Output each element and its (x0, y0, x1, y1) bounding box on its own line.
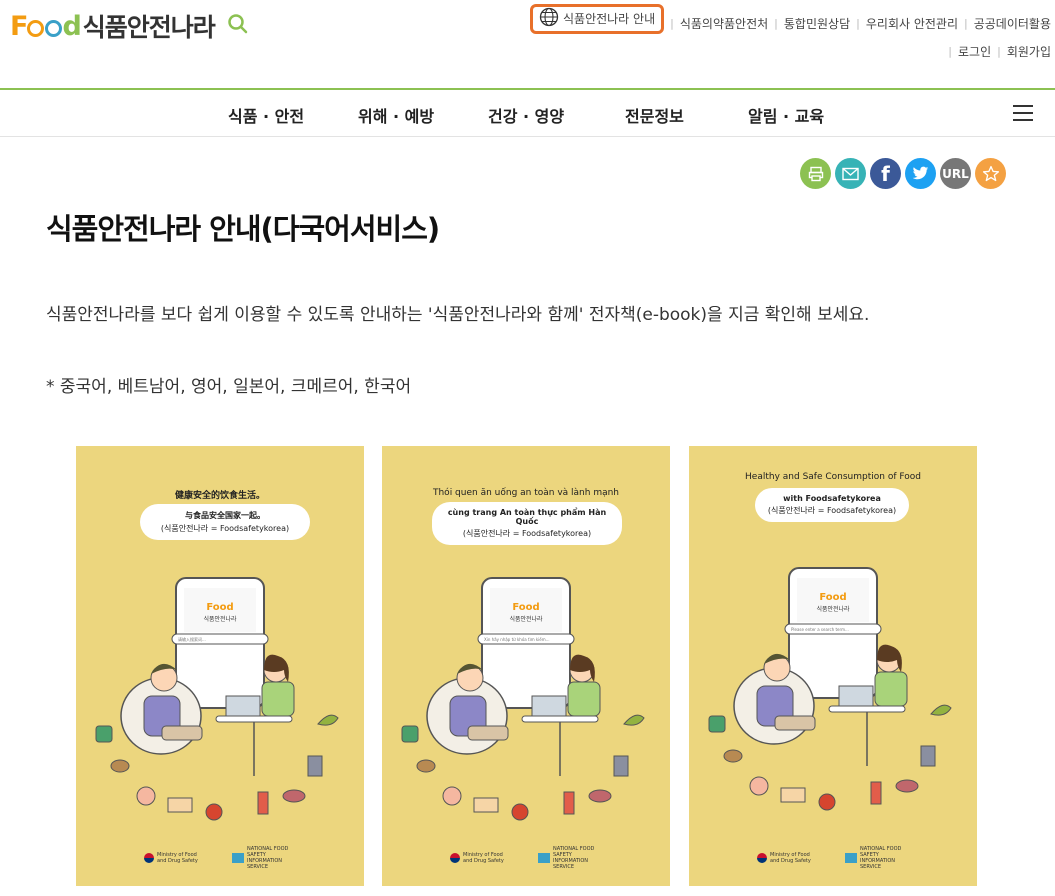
star-icon[interactable] (975, 158, 1006, 189)
taegeuk-icon (757, 853, 767, 863)
taegeuk-icon (450, 853, 460, 863)
ebook-footer-logos: Ministry of Food and Drug Safety NATIONA… (144, 846, 292, 870)
ebook-title-line3: (식품안전나라 = Foodsafetykorea) (767, 506, 897, 515)
ebook-title-line3: (식품안전나라 = Foodsafetykorea) (462, 529, 592, 538)
ebook-title-bubble: cùng trang An toàn thực phẩm Hàn Quốc (식… (432, 502, 622, 545)
search-icon[interactable] (227, 13, 249, 39)
svg-text:Food: Food (206, 602, 233, 613)
ebook-illustration: Food 식품안전나라 Please enter a search term..… (708, 567, 952, 811)
nfsis-logo: NATIONAL FOOD SAFETY INFORMATION SERVICE (538, 846, 598, 870)
ebook-title-bubble: 与食品安全国家一起。 (식품안전나라 = Foodsafetykorea) (140, 504, 310, 540)
svg-text:Food: Food (512, 602, 539, 613)
ebook-title-line2: with Foodsafetykorea (783, 494, 881, 503)
ministry-name: Ministry of Food and Drug Safety (770, 852, 811, 864)
ebook-search-text: Xin hãy nhập từ khóa tìm kiếm... (484, 637, 549, 642)
page-description: 식품안전나라를 보다 쉽게 이용할 수 있도록 안내하는 '식품안전나라와 함께… (46, 305, 870, 325)
ministry-logo: Ministry of Food and Drug Safety (757, 846, 817, 870)
ministry-logo: Ministry of Food and Drug Safety (450, 846, 510, 870)
site-header: Fd 식품안전나라 식품안전나라 안내 | 식품의약품안전처 | 통합민원상담 … (0, 0, 1055, 90)
logo-name: 식품안전나라 (82, 13, 216, 42)
util-link-site-guide[interactable]: 식품안전나라 안내 (559, 10, 657, 27)
nav-item-food-safety[interactable]: 식품 · 안전 (228, 103, 304, 127)
signup-link[interactable]: 회원가입 (1001, 43, 1051, 60)
ministry-logo: Ministry of Food and Drug Safety (144, 846, 204, 870)
page-title: 식품안전나라 안내(다국어서비스) (46, 212, 440, 246)
nfsis-mark-icon (845, 853, 857, 863)
taegeuk-icon (144, 853, 154, 863)
ebook-cover-chinese[interactable]: 健康安全的饮食生活。 与食品安全国家一起。 (식품안전나라 = Foodsafe… (76, 446, 364, 886)
ebook-title-line1: 健康安全的饮食生活。 (174, 491, 265, 501)
ebook-illustration: Food 식품안전나라 请输入搜索词... (95, 577, 339, 821)
language-list: * 중국어, 베트남어, 영어, 일본어, 크메르어, 한국어 (46, 377, 412, 397)
ebook-cover-english[interactable]: Healthy and Safe Consumption of Food wit… (689, 446, 977, 886)
nfsis-name: NATIONAL FOOD SAFETY INFORMATION SERVICE (247, 846, 289, 870)
ministry-name: Ministry of Food and Drug Safety (463, 852, 504, 864)
share-toolbar: f URL (800, 158, 1010, 189)
twitter-icon[interactable] (905, 158, 936, 189)
svg-text:식품안전나라: 식품안전나라 (203, 615, 237, 623)
globe-icon (539, 7, 559, 30)
facebook-icon[interactable]: f (870, 158, 901, 189)
url-copy-button[interactable]: URL (940, 158, 971, 189)
nfsis-name: NATIONAL FOOD SAFETY INFORMATION SERVICE (553, 846, 595, 870)
site-logo[interactable]: Fd 식품안전나라 (10, 8, 249, 44)
util-link-civil-consult[interactable]: 통합민원상담 (778, 15, 856, 32)
ebook-title-line1: Thói quen ăn uống an toàn và lành mạnh (432, 488, 620, 498)
ebook-search-text: Please enter a search term... (791, 627, 849, 632)
util-link-mfds[interactable]: 식품의약품안전처 (674, 15, 774, 32)
svg-text:식품안전나라: 식품안전나라 (816, 605, 850, 613)
ebook-title-line1: Healthy and Safe Consumption of Food (745, 472, 921, 482)
nav-item-notice-education[interactable]: 알림 · 교육 (748, 103, 824, 127)
ebook-cover-vietnamese[interactable]: Thói quen ăn uống an toàn và lành mạnh c… (382, 446, 670, 886)
ebook-illustration: Food 식품안전나라 Xin hãy nhập từ khóa tìm kiế… (401, 577, 645, 821)
email-icon[interactable] (835, 158, 866, 189)
ebook-footer-logos: Ministry of Food and Drug Safety NATIONA… (757, 846, 905, 870)
util-link-open-data[interactable]: 공공데이터활용 (968, 15, 1051, 32)
ebook-title-bubble: with Foodsafetykorea (식품안전나라 = Foodsafet… (755, 488, 909, 522)
nav-item-health-nutrition[interactable]: 건강 · 영양 (488, 103, 564, 127)
nfsis-name: NATIONAL FOOD SAFETY INFORMATION SERVICE (860, 846, 902, 870)
print-icon[interactable] (800, 158, 831, 189)
nfsis-mark-icon (232, 853, 244, 863)
ebook-title-line3: (식품안전나라 = Foodsafetykorea) (160, 524, 290, 533)
login-link[interactable]: 로그인 (952, 43, 997, 60)
nav-item-hazard-prevention[interactable]: 위해 · 예방 (358, 103, 434, 127)
ebook-footer-logos: Ministry of Food and Drug Safety NATIONA… (450, 846, 598, 870)
nav-item-expert-info[interactable]: 전문정보 (625, 103, 684, 127)
svg-text:Food: Food (819, 592, 846, 603)
svg-text:식품안전나라: 식품안전나라 (509, 615, 543, 623)
ebook-title-line2: 与食品安全国家一起。 (185, 511, 265, 520)
ebook-title-line2: cùng trang An toàn thực phẩm Hàn Quốc (447, 508, 607, 526)
site-guide-link-highlight[interactable]: 식품안전나라 안내 (529, 3, 665, 34)
ministry-name: Ministry of Food and Drug Safety (157, 852, 198, 864)
logo-food-wordmark: Fd (10, 10, 82, 42)
ebook-search-text: 请输入搜索词... (178, 636, 206, 642)
main-nav: 식품 · 안전 위해 · 예방 건강 · 영양 전문정보 알림 · 교육 (0, 90, 1055, 137)
hamburger-menu-icon[interactable] (1013, 105, 1033, 121)
util-link-company-safety[interactable]: 우리회사 안전관리 (860, 15, 964, 32)
utility-nav: 식품안전나라 안내 | 식품의약품안전처 | 통합민원상담 | 우리회사 안전관… (529, 3, 1051, 60)
nfsis-logo: NATIONAL FOOD SAFETY INFORMATION SERVICE (232, 846, 292, 870)
nfsis-mark-icon (538, 853, 550, 863)
nfsis-logo: NATIONAL FOOD SAFETY INFORMATION SERVICE (845, 846, 905, 870)
